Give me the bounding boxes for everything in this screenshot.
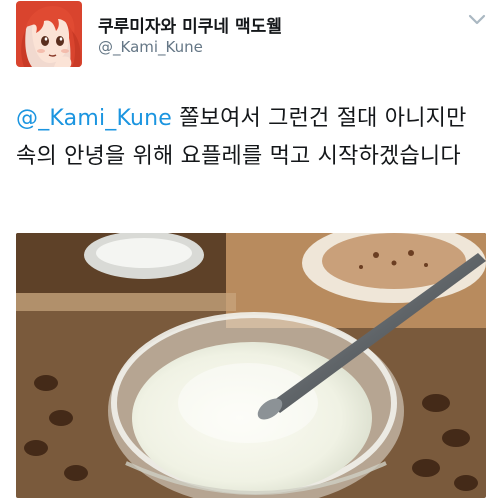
chevron-down-icon[interactable] (462, 10, 492, 30)
user-handle[interactable]: @_Kami_Kune (98, 38, 203, 56)
yogurt-cup-photo-icon (16, 233, 486, 498)
tweet-photo[interactable] (16, 233, 486, 498)
tweet-card: 쿠루미자와 미쿠네 맥도웰 @_Kami_Kune @_Kami_Kune 쫄보… (0, 0, 500, 498)
avatar[interactable] (16, 1, 82, 67)
tweet-text: @_Kami_Kune 쫄보여서 그런건 절대 아니지만 속의 안녕을 위해 요… (16, 100, 486, 176)
display-name[interactable]: 쿠루미자와 미쿠네 맥도웰 (98, 12, 282, 37)
mention-link[interactable]: @_Kami_Kune (16, 106, 172, 131)
anime-character-avatar-icon (16, 1, 82, 67)
